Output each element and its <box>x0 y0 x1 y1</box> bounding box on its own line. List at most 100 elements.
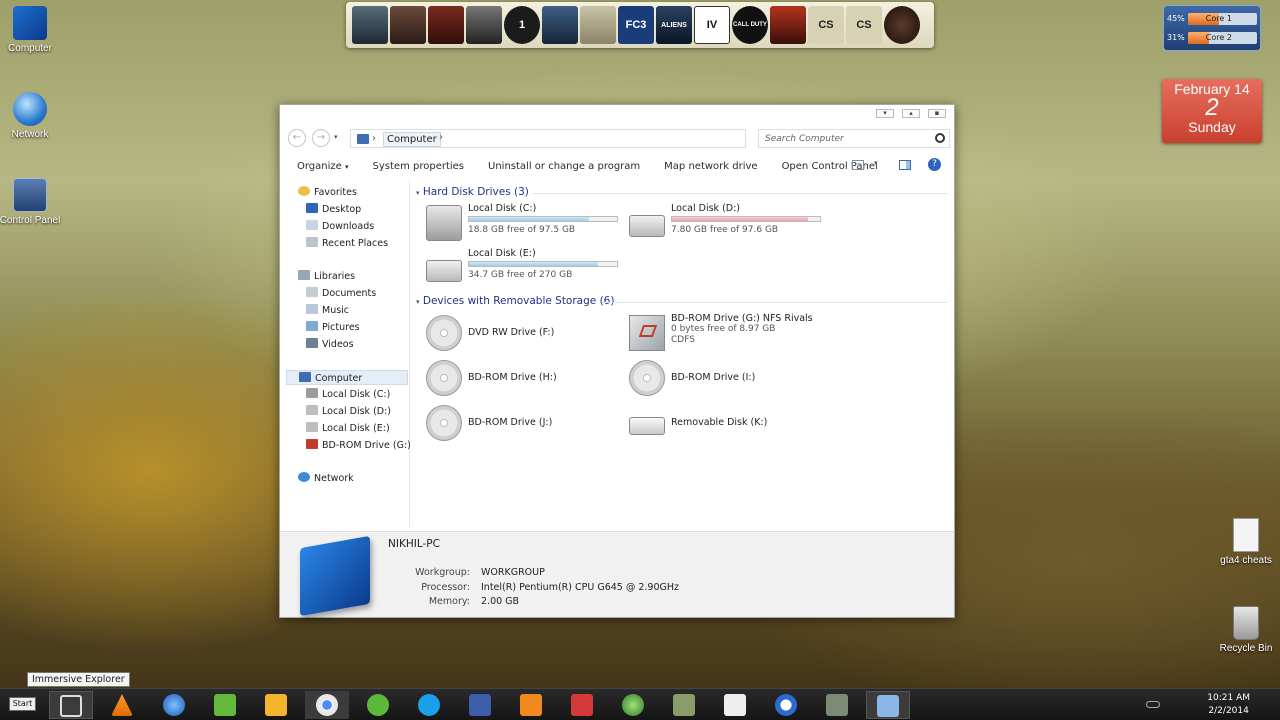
taskbar-app-vlc[interactable] <box>100 691 144 719</box>
taskbar-app-downloader[interactable] <box>254 691 298 719</box>
map-network-drive-button[interactable]: Map network drive <box>664 161 757 172</box>
taskbar-app-utorrent[interactable] <box>356 691 400 719</box>
taskbar-app-game[interactable] <box>662 691 706 719</box>
drive-g[interactable]: BD-ROM Drive (G:) NFS Rivals 0 bytes fre… <box>627 313 827 353</box>
nav-network[interactable]: Network <box>298 471 354 486</box>
nav-label: Local Disk (E:) <box>322 423 390 434</box>
game-icon[interactable] <box>466 6 502 44</box>
desktop-icon-network[interactable]: Network <box>0 92 65 140</box>
game-icon[interactable]: CS <box>808 6 844 44</box>
taskbar-app-orange[interactable] <box>509 691 553 719</box>
computer-icon <box>357 134 369 144</box>
game-icon[interactable]: FC3 <box>618 6 654 44</box>
address-bar[interactable]: › Computer › <box>350 129 746 148</box>
taskbar-app-explorer[interactable] <box>49 691 93 719</box>
memory-label: Memory: <box>428 596 470 607</box>
library-icon <box>298 270 310 280</box>
group-header-removable-storage[interactable]: ▾ Devices with Removable Storage (6) <box>416 295 948 307</box>
taskbar-app-window[interactable] <box>866 691 910 719</box>
nav-downloads[interactable]: Downloads <box>306 219 374 234</box>
music-icon <box>306 304 318 314</box>
nav-local-disk-e[interactable]: Local Disk (E:) <box>306 421 390 436</box>
back-button[interactable]: ← <box>288 129 306 147</box>
taskbar-app-chrome[interactable] <box>305 691 349 719</box>
nav-local-disk-c[interactable]: Local Disk (C:) <box>306 387 390 402</box>
vlc-icon <box>111 694 133 716</box>
organize-button[interactable]: Organize ▾ <box>297 161 349 172</box>
drive-c[interactable]: Local Disk (C:) 18.8 GB free of 97.5 GB <box>424 203 624 243</box>
nfs-disc-icon <box>306 439 318 449</box>
recent-dropdown-icon[interactable]: ▾ <box>334 133 338 141</box>
desktop-icon-gta4-cheats[interactable]: gta4 cheats <box>1211 518 1280 566</box>
breadcrumb-computer[interactable]: Computer <box>383 132 441 147</box>
computer-icon <box>13 6 47 40</box>
game-icon[interactable] <box>884 6 920 44</box>
hard-drive-icon <box>629 215 665 237</box>
game-icon[interactable]: 1 <box>504 6 540 44</box>
drive-h[interactable]: BD-ROM Drive (H:) <box>424 358 624 398</box>
nav-music[interactable]: Music <box>306 303 349 318</box>
chevron-down-icon[interactable]: ▾ <box>874 159 878 167</box>
group-header-hard-disk-drives[interactable]: ▾ Hard Disk Drives (3) <box>416 186 948 198</box>
desktop-folder-icon <box>306 203 318 213</box>
taskbar: Start 10:21 AM 2/2/2014 <box>0 688 1280 720</box>
minimize-button[interactable]: ▾ <box>876 109 894 118</box>
game-icon[interactable] <box>542 6 578 44</box>
drive-k[interactable]: Removable Disk (K:) <box>627 403 827 443</box>
nav-desktop[interactable]: Desktop <box>306 202 361 217</box>
taskbar-app-network[interactable] <box>611 691 655 719</box>
taskbar-app-browser[interactable] <box>152 691 196 719</box>
game-icon[interactable]: CALL DUTY <box>732 6 768 44</box>
nav-videos[interactable]: Videos <box>306 337 354 352</box>
close-button[interactable]: ▪ <box>928 109 946 118</box>
start-button[interactable]: Start <box>9 697 36 711</box>
drive-e[interactable]: Local Disk (E:) 34.7 GB free of 270 GB <box>424 248 624 288</box>
clock-date: 2/2/2014 <box>1208 706 1249 716</box>
game-icon[interactable]: CS <box>846 6 882 44</box>
preview-pane-icon[interactable] <box>899 160 911 170</box>
desktop-icon-computer[interactable]: Computer <box>0 6 65 54</box>
search-icon[interactable] <box>935 133 945 143</box>
taskbar-app-documents[interactable] <box>713 691 757 719</box>
desktop-icon-control-panel[interactable]: Control Panel <box>0 178 65 226</box>
nav-recent-places[interactable]: Recent Places <box>306 236 388 251</box>
drive-d[interactable]: Local Disk (D:) 7.80 GB free of 97.6 GB <box>627 203 827 243</box>
view-options-icon[interactable] <box>852 160 864 170</box>
game-icon[interactable] <box>390 6 426 44</box>
maximize-button[interactable]: ▴ <box>902 109 920 118</box>
system-properties-button[interactable]: System properties <box>373 161 465 172</box>
game-icon[interactable]: ALIENS <box>656 6 692 44</box>
system-clock[interactable]: 10:21 AM 2/2/2014 <box>1207 692 1250 718</box>
tray-toggle-icon[interactable] <box>1146 701 1160 708</box>
game-icon[interactable] <box>770 6 806 44</box>
star-icon <box>298 186 310 196</box>
title-bar[interactable]: ▾ ▴ ▪ <box>280 105 954 123</box>
game-icon[interactable] <box>352 6 388 44</box>
nav-bd-rom-g[interactable]: BD-ROM Drive (G:) N <box>306 438 410 453</box>
drive-f[interactable]: DVD RW Drive (F:) <box>424 313 624 353</box>
nav-documents[interactable]: Documents <box>306 286 376 301</box>
drive-i[interactable]: BD-ROM Drive (I:) <box>627 358 827 398</box>
drive-free-space: 0 bytes free of 8.97 GB <box>671 324 776 334</box>
nav-computer[interactable]: Computer <box>286 370 408 385</box>
game-icon[interactable]: IV <box>694 6 730 44</box>
desktop-icon-recycle-bin[interactable]: Recycle Bin <box>1211 606 1280 654</box>
game-icon[interactable] <box>580 6 616 44</box>
drive-j[interactable]: BD-ROM Drive (J:) <box>424 403 624 443</box>
taskbar-app-thunder[interactable] <box>764 691 808 719</box>
taskbar-app-gamepad[interactable] <box>815 691 859 719</box>
uninstall-program-button[interactable]: Uninstall or change a program <box>488 161 640 172</box>
search-box[interactable]: Search Computer <box>758 129 950 148</box>
breadcrumb-arrow[interactable]: › <box>439 132 443 143</box>
nav-local-disk-d[interactable]: Local Disk (D:) <box>306 404 391 419</box>
nav-libraries[interactable]: Libraries <box>298 269 355 284</box>
taskbar-app-notes[interactable] <box>203 691 247 719</box>
nav-pictures[interactable]: Pictures <box>306 320 360 335</box>
game-icon[interactable] <box>428 6 464 44</box>
taskbar-app-facebook[interactable] <box>458 691 502 719</box>
taskbar-app-skype[interactable] <box>407 691 451 719</box>
nav-favorites[interactable]: Favorites <box>298 185 357 200</box>
forward-button[interactable]: → <box>312 129 330 147</box>
taskbar-app-red[interactable] <box>560 691 604 719</box>
help-icon[interactable]: ? <box>928 158 941 171</box>
